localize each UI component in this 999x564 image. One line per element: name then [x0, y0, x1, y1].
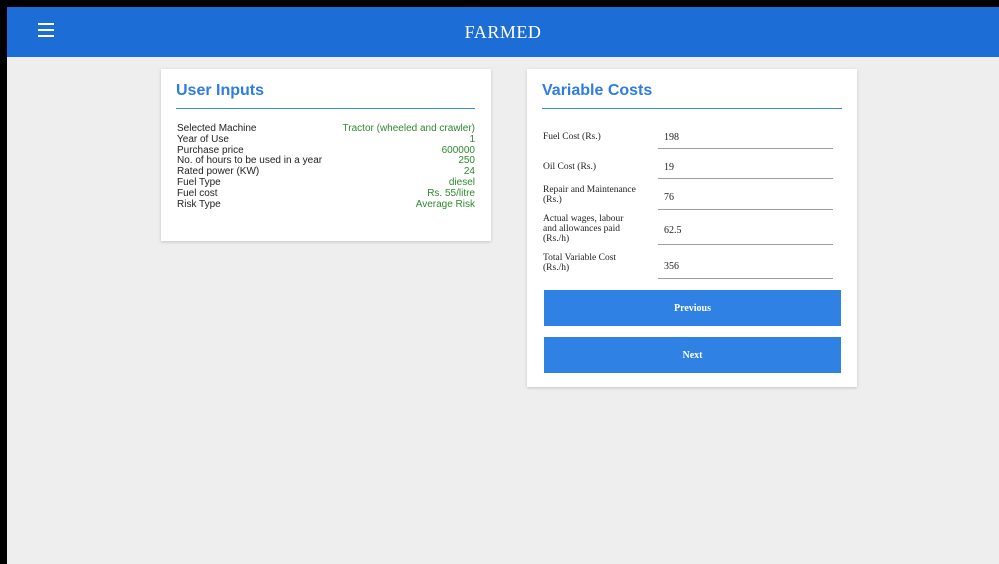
user-inputs-title: User Inputs — [176, 82, 265, 99]
input-label: Year of Use — [177, 133, 229, 145]
actual-wages-label: Actual wages, labour and allowances paid… — [543, 214, 624, 244]
repair-maintenance-input[interactable] — [658, 186, 833, 210]
oil-cost-label: Oil Cost (Rs.) — [543, 162, 597, 172]
fuel-cost-label: Fuel Cost (Rs.) — [543, 132, 601, 142]
total-variable-cost-label: Total Variable Cost (Rs./h) — [543, 253, 617, 273]
oil-cost-input[interactable] — [658, 157, 833, 179]
variable-costs-title: Variable Costs — [542, 82, 653, 99]
variable-costs-card: Variable Costs Fuel Cost (Rs.) Oil Cost … — [527, 69, 857, 387]
repair-maintenance-label: Repair and Maintenance (Rs.) — [543, 185, 636, 205]
app-frame: FARMED User Inputs Selected Machine Trac… — [7, 7, 999, 564]
input-value: Tractor (wheeled and crawler) — [342, 123, 475, 134]
actual-wages-input[interactable] — [658, 217, 833, 245]
input-label: Fuel cost — [177, 187, 218, 199]
input-value: Average Risk — [415, 198, 475, 210]
fuel-cost-input[interactable] — [658, 127, 833, 149]
input-label: Risk Type — [177, 198, 221, 210]
input-value: Rs. 55/litre — [427, 187, 475, 199]
input-row-year-of-use: Year of Use 1 — [177, 133, 475, 146]
input-row-fuel-cost: Fuel cost Rs. 55/litre — [177, 187, 475, 200]
user-inputs-card: User Inputs Selected Machine Tractor (wh… — [161, 69, 491, 241]
top-app-bar: FARMED — [7, 7, 999, 57]
input-row-risk-type: Risk Type Average Risk — [177, 198, 475, 211]
user-inputs-list: Selected Machine Tractor (wheeled and cr… — [177, 123, 475, 211]
app-title: FARMED — [464, 22, 542, 42]
total-variable-cost-input[interactable] — [658, 255, 833, 279]
title-divider — [176, 108, 475, 109]
next-button[interactable]: Next — [544, 337, 841, 373]
title-divider — [542, 108, 842, 109]
input-row-rated-power: Rated power (KW) 24 — [177, 166, 475, 178]
input-value: 1 — [469, 133, 475, 145]
previous-button[interactable]: Previous — [544, 290, 841, 326]
